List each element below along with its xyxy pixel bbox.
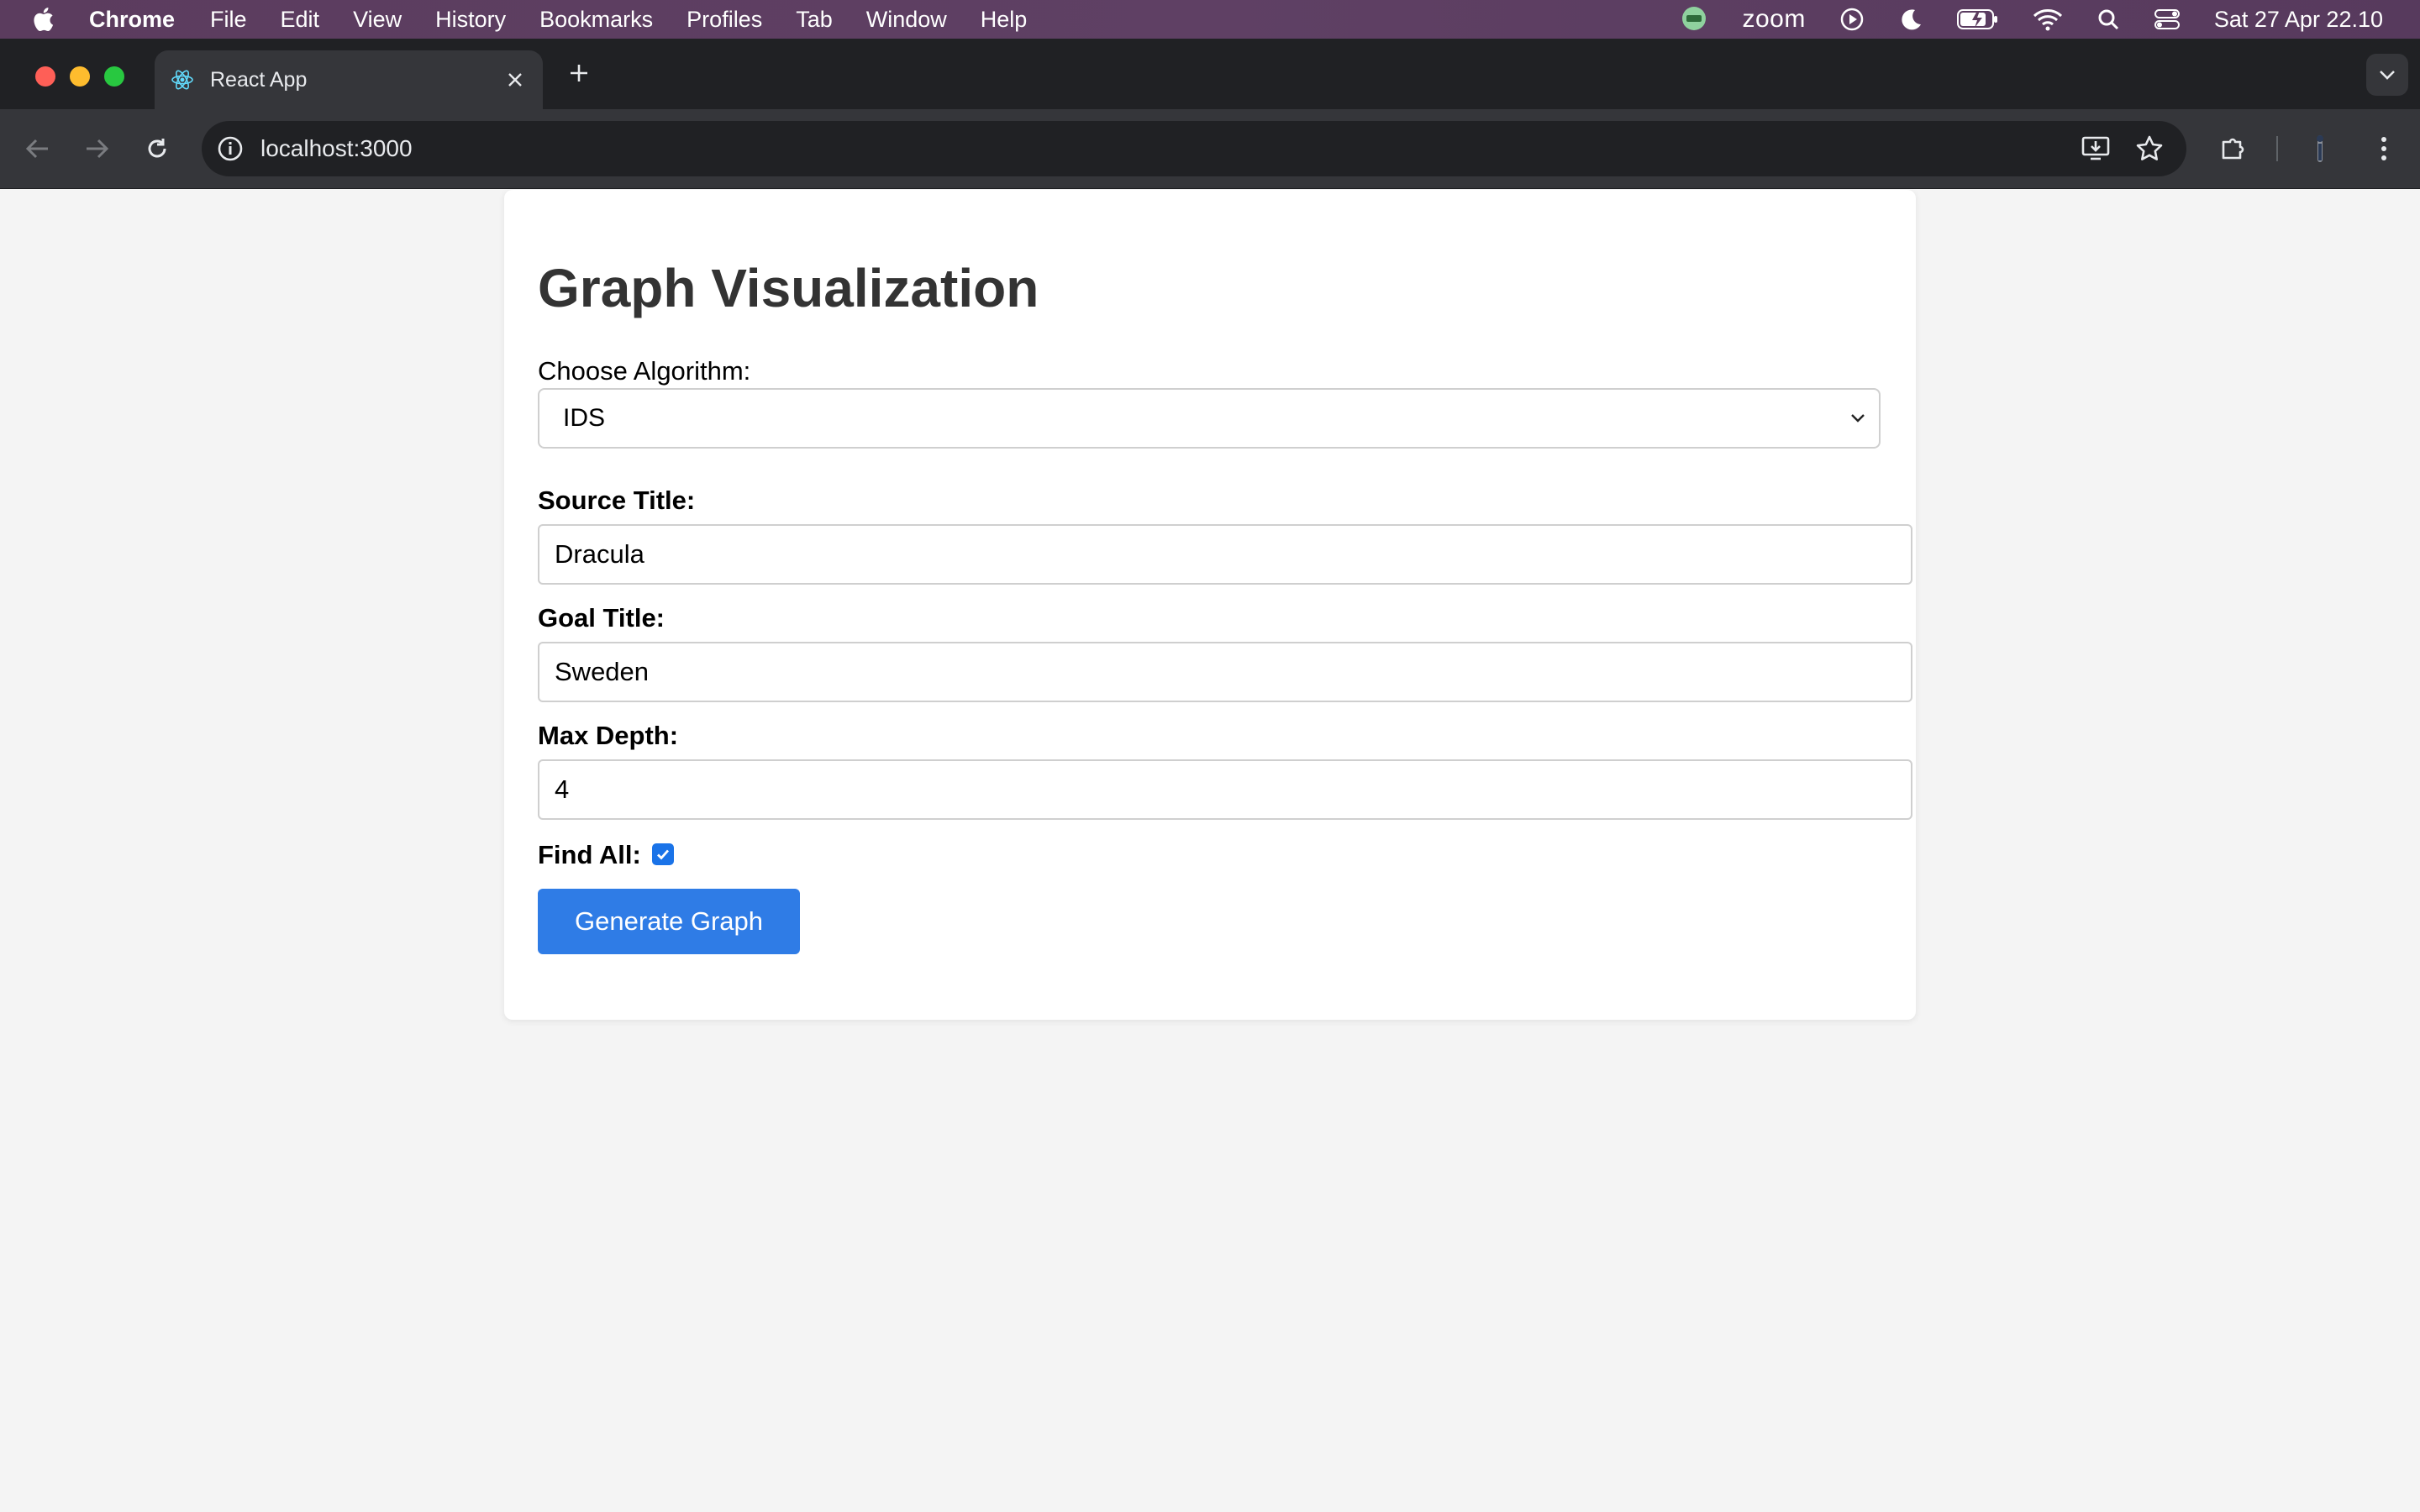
bookmark-star-icon[interactable] xyxy=(2133,132,2166,165)
menu-help[interactable]: Help xyxy=(981,7,1028,33)
menu-window[interactable]: Window xyxy=(866,7,947,33)
toolbar-separator xyxy=(2276,136,2278,161)
url-text[interactable]: localhost:3000 xyxy=(260,135,2079,162)
max-depth-input[interactable]: 4 xyxy=(538,759,1912,820)
menu-tab[interactable]: Tab xyxy=(796,7,833,33)
battery-icon[interactable] xyxy=(1956,8,1999,31)
media-play-icon[interactable] xyxy=(1839,7,1865,32)
goal-title-input[interactable]: Sweden xyxy=(538,642,1912,702)
menu-app-chrome[interactable]: Chrome xyxy=(89,7,175,33)
algorithm-label: Choose Algorithm: xyxy=(538,356,751,386)
new-tab-plus-icon[interactable] xyxy=(565,59,593,87)
find-all-checkbox[interactable] xyxy=(652,843,674,865)
tab-close-icon[interactable] xyxy=(501,66,529,94)
menu-bar-status-area: zoom Sat 27 Apr 22.10 xyxy=(1680,0,2420,39)
generate-graph-button[interactable]: Generate Graph xyxy=(538,889,800,954)
find-all-label: Find All: xyxy=(538,840,641,869)
menu-file[interactable]: File xyxy=(210,7,247,33)
install-app-icon[interactable] xyxy=(2079,132,2112,165)
spotlight-search-icon[interactable] xyxy=(2096,8,2120,31)
chevron-down-icon xyxy=(1847,407,1869,429)
minimize-window-button[interactable] xyxy=(70,66,90,87)
tab-title: React App xyxy=(210,67,308,92)
menu-bookmarks[interactable]: Bookmarks xyxy=(539,7,653,33)
source-title-label: Source Title: xyxy=(538,486,696,515)
profile-avatar[interactable] xyxy=(2302,131,2338,166)
back-arrow-icon[interactable] xyxy=(20,131,55,166)
apple-icon[interactable] xyxy=(32,5,57,34)
react-favicon-icon xyxy=(170,67,195,92)
line-app-icon[interactable] xyxy=(1680,5,1708,34)
menu-edit[interactable]: Edit xyxy=(281,7,320,33)
control-center-icon[interactable] xyxy=(2154,8,2181,31)
zoom-window-button[interactable] xyxy=(104,66,124,87)
browser-toolbar: localhost:3000 xyxy=(0,109,2420,189)
graph-form-card: Graph Visualization Choose Algorithm: ID… xyxy=(504,190,1916,1020)
wifi-icon[interactable] xyxy=(2033,8,2063,31)
macos-menu-bar: Chrome File Edit View History Bookmarks … xyxy=(0,0,2420,39)
zoom-app-icon[interactable]: zoom xyxy=(1742,5,1805,34)
max-depth-label: Max Depth: xyxy=(538,721,679,750)
menu-bar-clock[interactable]: Sat 27 Apr 22.10 xyxy=(2214,7,2383,33)
close-window-button[interactable] xyxy=(35,66,55,87)
browser-tab-strip: React App xyxy=(0,39,2420,109)
menu-profiles[interactable]: Profiles xyxy=(687,7,762,33)
menu-history[interactable]: History xyxy=(435,7,506,33)
chrome-menu-dots-icon[interactable] xyxy=(2366,131,2402,166)
menu-view[interactable]: View xyxy=(353,7,402,33)
site-info-icon[interactable] xyxy=(215,134,245,164)
extensions-puzzle-icon[interactable] xyxy=(2215,131,2250,166)
goal-title-label: Goal Title: xyxy=(538,603,666,633)
forward-arrow-icon[interactable] xyxy=(79,131,114,166)
zoom-label: zoom xyxy=(1742,5,1806,33)
reload-icon[interactable] xyxy=(139,131,175,166)
tab-search-chevron-icon[interactable] xyxy=(2366,54,2408,96)
page-title: Graph Visualization xyxy=(538,258,1039,318)
algorithm-selected-value: IDS xyxy=(563,404,606,432)
focus-moon-icon[interactable] xyxy=(1898,7,1923,32)
address-bar[interactable]: localhost:3000 xyxy=(202,121,2186,176)
algorithm-select[interactable]: IDS xyxy=(538,388,1881,449)
browser-tab-react-app[interactable]: React App xyxy=(155,50,543,109)
window-controls xyxy=(35,66,124,87)
source-title-input[interactable]: Dracula xyxy=(538,524,1912,585)
